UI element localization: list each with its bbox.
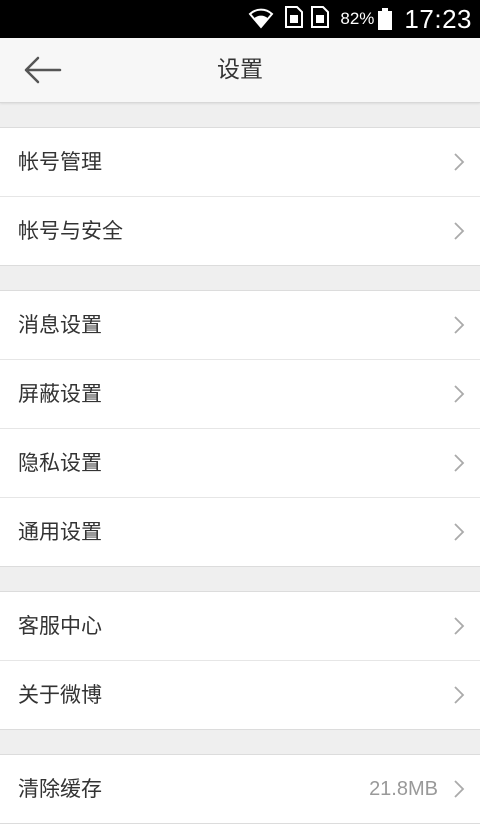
chevron-right-icon: [454, 222, 465, 240]
wifi-icon: [248, 5, 274, 33]
settings-group-preferences: 消息设置 屏蔽设置 隐私设置 通用设置: [0, 290, 480, 567]
chevron-right-icon: [454, 385, 465, 403]
back-button[interactable]: [20, 54, 64, 86]
settings-item-label: 屏蔽设置: [18, 382, 102, 406]
settings-item-label: 帐号管理: [18, 150, 102, 174]
cache-size-value: 21.8MB: [369, 778, 438, 800]
page-title: 设置: [217, 57, 263, 83]
settings-item-about[interactable]: 关于微博: [0, 660, 480, 729]
status-time: 17:23: [404, 3, 472, 34]
settings-item-label: 帐号与安全: [18, 219, 123, 243]
sim-card-icon: [284, 5, 304, 33]
settings-item-label: 客服中心: [18, 614, 102, 638]
settings-item-account-security[interactable]: 帐号与安全: [0, 196, 480, 265]
settings-item-clear-cache[interactable]: 清除缓存 21.8MB: [0, 755, 480, 823]
title-bar: 设置: [0, 38, 480, 103]
sim-card-icon: [310, 5, 330, 33]
chevron-right-icon: [454, 454, 465, 472]
settings-item-account-management[interactable]: 帐号管理: [0, 128, 480, 196]
chevron-right-icon: [454, 153, 465, 171]
settings-item-customer-service[interactable]: 客服中心: [0, 592, 480, 660]
settings-item-privacy[interactable]: 隐私设置: [0, 428, 480, 497]
battery-icon: [378, 8, 393, 30]
chevron-right-icon: [454, 523, 465, 541]
settings-group-cache: 清除缓存 21.8MB: [0, 754, 480, 824]
chevron-right-icon: [454, 316, 465, 334]
status-bar: 82% 17:23: [0, 0, 480, 38]
status-icons: 82% 17:23: [248, 0, 472, 38]
chevron-right-icon: [454, 617, 465, 635]
chevron-right-icon: [454, 686, 465, 704]
settings-item-label: 通用设置: [18, 520, 102, 544]
settings-item-message[interactable]: 消息设置: [0, 291, 480, 359]
settings-item-label: 清除缓存: [18, 777, 102, 801]
chevron-right-icon: [454, 780, 465, 798]
battery-percent: 82%: [340, 9, 375, 28]
settings-item-label: 关于微博: [18, 683, 102, 707]
settings-group-support: 客服中心 关于微博: [0, 591, 480, 730]
settings-list: 帐号管理 帐号与安全 消息设置 屏蔽设置 隐私设置 通用设置 客服中心 关于微博…: [0, 103, 480, 824]
settings-item-label: 隐私设置: [18, 451, 102, 475]
settings-group-account: 帐号管理 帐号与安全: [0, 127, 480, 266]
settings-item-label: 消息设置: [18, 313, 102, 337]
arrow-left-icon: [24, 56, 62, 84]
settings-item-general[interactable]: 通用设置: [0, 497, 480, 566]
settings-item-block[interactable]: 屏蔽设置: [0, 359, 480, 428]
